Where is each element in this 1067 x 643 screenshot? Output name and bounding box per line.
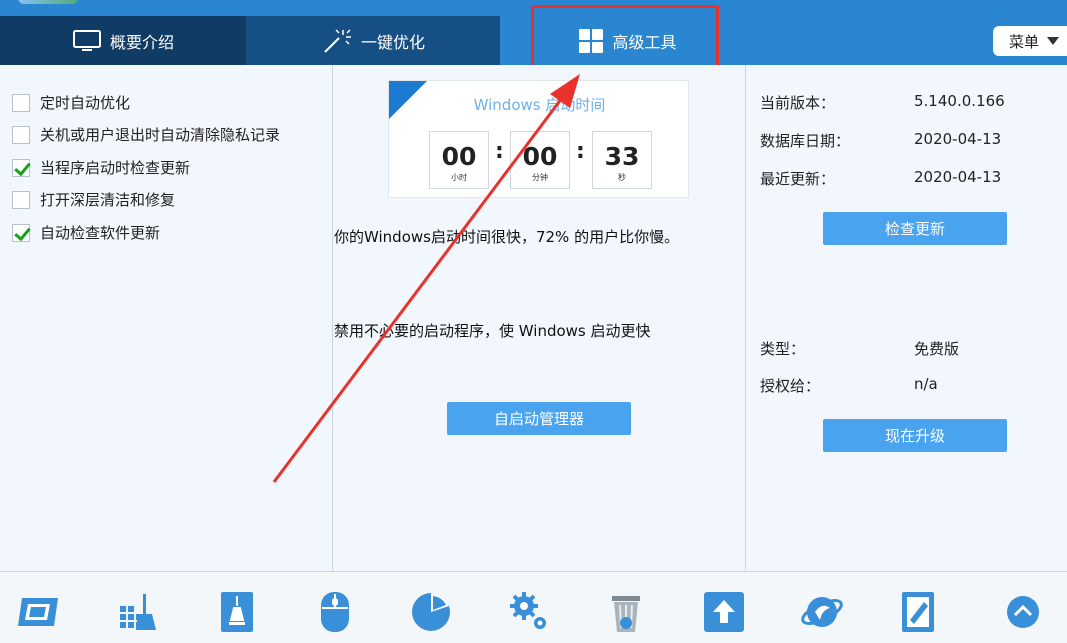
startup-manager-button[interactable]: 自启动管理器: [447, 402, 631, 435]
version-label: 当前版本：: [760, 94, 836, 112]
option-deep-clean[interactable]: 打开深层清洁和修复: [12, 189, 175, 210]
recycle-bin-icon[interactable]: [604, 590, 648, 634]
title-bar: [0, 0, 1067, 16]
option-label: 当程序启动时检查更新: [40, 159, 191, 177]
minutes-value: 00: [522, 142, 558, 171]
menu-button[interactable]: 菜单: [993, 26, 1067, 56]
hours-box: 00 小时: [429, 131, 489, 189]
option-checkbox-0[interactable]: [12, 93, 30, 112]
boot-time-card: Windows 启动时间 00 小时 : 00 分钟 : 33 秒: [388, 80, 689, 198]
check-update-button[interactable]: 检查更新: [823, 212, 1007, 245]
option-checkbox-4[interactable]: [12, 223, 30, 242]
db-date-value: 2020-04-13: [914, 130, 1002, 148]
chevron-down-icon: [1047, 37, 1060, 45]
tab-one-click-optimize-label: 一键优化: [360, 32, 425, 52]
notebook-icon[interactable]: [896, 590, 940, 634]
seconds-unit: 秒: [618, 173, 626, 182]
grid-icon: [578, 28, 604, 54]
last-update-label: 最近更新：: [760, 170, 836, 188]
last-update-value: 2020-04-13: [914, 168, 1002, 186]
startup-tip: 禁用不必要的启动程序，使 Windows 启动更快: [334, 322, 651, 340]
boot-time-message: 你的Windows启动时间很快，72% 的用户比你慢。: [334, 228, 680, 246]
option-checkbox-3[interactable]: [12, 190, 30, 209]
tab-one-click-optimize[interactable]: 一键优化: [246, 16, 500, 65]
browser-icon[interactable]: [800, 590, 844, 634]
seconds-value: 33: [604, 142, 640, 171]
bottom-toolbar: [0, 571, 1067, 643]
option-label: 打开深层清洁和修复: [40, 191, 176, 209]
settings-gears-icon[interactable]: [508, 590, 552, 634]
tab-overview[interactable]: 概要介绍: [0, 16, 246, 65]
upgrade-now-button[interactable]: 现在升级: [823, 419, 1007, 452]
menu-label: 菜单: [1009, 32, 1040, 51]
option-checkbox-2[interactable]: [12, 158, 30, 177]
option-clear-privacy-on-exit[interactable]: 关机或用户退出时自动清除隐私记录: [12, 124, 280, 145]
db-date-label: 数据库日期：: [760, 132, 851, 150]
hours-value: 00: [441, 142, 477, 171]
minutes-unit: 分钟: [532, 173, 548, 182]
boot-time-title: Windows 启动时间: [473, 96, 606, 114]
type-label: 类型：: [760, 340, 806, 358]
mouse-icon[interactable]: [313, 590, 357, 634]
disk-icon[interactable]: [18, 590, 62, 634]
monitor-icon: [72, 29, 102, 53]
tab-overview-label: 概要介绍: [109, 32, 174, 52]
pie-chart-icon[interactable]: [409, 590, 453, 634]
scroll-up-icon[interactable]: [1001, 590, 1045, 634]
option-auto-check-software-update[interactable]: 自动检查软件更新: [12, 222, 160, 243]
hours-unit: 小时: [451, 173, 467, 182]
option-label: 关机或用户退出时自动清除隐私记录: [40, 126, 281, 144]
app-logo: [18, 0, 78, 4]
license-label: 授权给：: [760, 377, 821, 395]
type-value: 免费版: [914, 340, 960, 358]
option-label: 自动检查软件更新: [40, 224, 161, 242]
time-separator: :: [576, 139, 585, 164]
tab-advanced-tools-label: 高级工具: [612, 32, 677, 52]
option-scheduled-optimize[interactable]: 定时自动优化: [12, 92, 130, 113]
tab-advanced-tools[interactable]: 高级工具: [500, 16, 755, 65]
upload-icon[interactable]: [702, 590, 746, 634]
minutes-box: 00 分钟: [510, 131, 570, 189]
option-label: 定时自动优化: [40, 94, 131, 112]
license-value: n/a: [914, 375, 938, 393]
option-check-update-on-start[interactable]: 当程序启动时检查更新: [12, 157, 190, 178]
seconds-box: 33 秒: [592, 131, 652, 189]
version-value: 5.140.0.166: [914, 92, 1005, 110]
tab-bar: 概要介绍 一键优化 高级工具: [0, 16, 1067, 65]
time-separator: :: [495, 139, 504, 164]
drive-clean-icon[interactable]: [215, 590, 259, 634]
cleaner-icon[interactable]: [116, 590, 160, 634]
magic-wand-icon: [321, 28, 353, 54]
option-checkbox-1[interactable]: [12, 125, 30, 144]
